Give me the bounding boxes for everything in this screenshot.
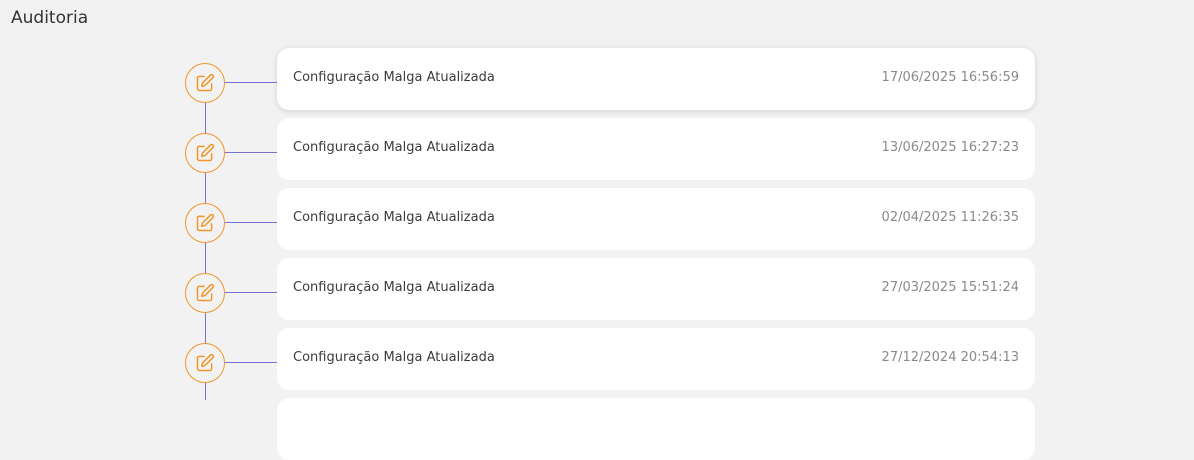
edit-icon (185, 343, 225, 383)
timeline-connector (224, 292, 277, 293)
audit-item: Configuração Malga Atualizada 02/04/2025… (0, 188, 1194, 250)
audit-item-partial (0, 398, 1194, 460)
audit-label: Configuração Malga Atualizada (293, 70, 495, 85)
audit-item: Configuração Malga Atualizada 27/12/2024… (0, 328, 1194, 390)
audit-label: Configuração Malga Atualizada (293, 280, 495, 295)
timeline-connector (224, 222, 277, 223)
audit-timeline: Configuração Malga Atualizada 17/06/2025… (0, 0, 1194, 460)
audit-label: Configuração Malga Atualizada (293, 140, 495, 155)
audit-card[interactable]: Configuração Malga Atualizada 17/06/2025… (277, 48, 1035, 110)
audit-timestamp: 17/06/2025 16:56:59 (881, 70, 1019, 85)
audit-card[interactable] (277, 398, 1035, 460)
timeline-connector (224, 82, 277, 83)
audit-item: Configuração Malga Atualizada 17/06/2025… (0, 48, 1194, 110)
timeline-connector (224, 362, 277, 363)
timeline-connector (224, 152, 277, 153)
edit-icon (185, 133, 225, 173)
edit-icon (185, 273, 225, 313)
audit-timestamp: 27/03/2025 15:51:24 (881, 280, 1019, 295)
edit-icon (185, 63, 225, 103)
audit-card[interactable]: Configuração Malga Atualizada 02/04/2025… (277, 188, 1035, 250)
audit-label: Configuração Malga Atualizada (293, 350, 495, 365)
edit-icon (185, 203, 225, 243)
audit-timestamp: 02/04/2025 11:26:35 (881, 210, 1019, 225)
audit-item: Configuração Malga Atualizada 13/06/2025… (0, 118, 1194, 180)
audit-item: Configuração Malga Atualizada 27/03/2025… (0, 258, 1194, 320)
audit-timestamp: 13/06/2025 16:27:23 (881, 140, 1019, 155)
audit-card[interactable]: Configuração Malga Atualizada 27/12/2024… (277, 328, 1035, 390)
audit-card[interactable]: Configuração Malga Atualizada 27/03/2025… (277, 258, 1035, 320)
audit-timestamp: 27/12/2024 20:54:13 (881, 350, 1019, 365)
audit-label: Configuração Malga Atualizada (293, 210, 495, 225)
audit-card[interactable]: Configuração Malga Atualizada 13/06/2025… (277, 118, 1035, 180)
